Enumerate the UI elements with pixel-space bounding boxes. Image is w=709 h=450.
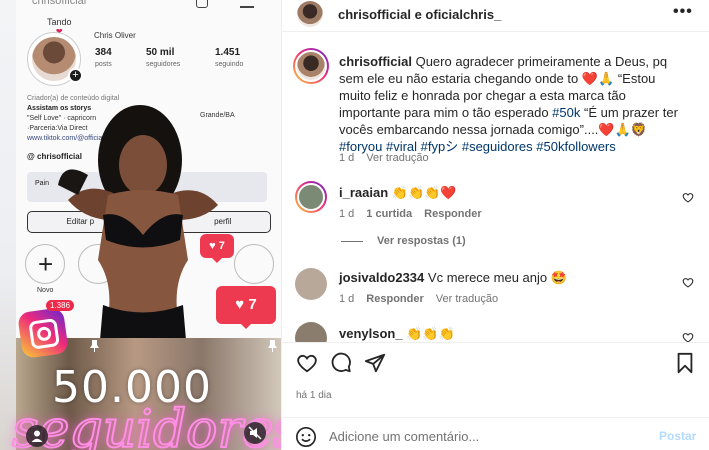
comment-icon[interactable] <box>330 352 352 374</box>
comment-username[interactable]: i_raaian <box>339 185 388 200</box>
post-media[interactable]: chrisofficial Tando ❤ + Chris Oliver 384… <box>0 0 281 450</box>
post-author[interactable]: chrisofficial e oficialchris_ <box>338 7 501 22</box>
comment-username[interactable]: venylson_ <box>339 326 403 341</box>
comment-avatar[interactable] <box>295 181 327 213</box>
reply-button[interactable]: Responder <box>366 293 423 305</box>
emoji-icon[interactable] <box>295 426 317 448</box>
like-notification: ♥ 7 <box>200 234 234 263</box>
comment-input[interactable] <box>329 425 629 447</box>
likes-count[interactable]: 1 curtida <box>366 208 412 220</box>
pin-icon <box>268 340 277 352</box>
post-header: chrisofficial e oficialchris_ ••• <box>282 0 709 32</box>
mute-button[interactable] <box>244 422 266 444</box>
like-heart-icon[interactable] <box>682 277 694 288</box>
profile-avatar: + <box>27 32 83 86</box>
stat-following: 1.451 seguindo <box>215 47 244 68</box>
caption-username[interactable]: chrisofficial <box>339 54 412 69</box>
avatar[interactable] <box>297 1 323 27</box>
comment-meta: 1 d Responder Ver tradução <box>339 293 499 305</box>
comment-avatar[interactable] <box>295 268 327 300</box>
caption-avatar[interactable] <box>293 48 329 84</box>
overlay-word: seguidores <box>11 399 281 450</box>
profile-name: Chris Oliver <box>94 31 136 40</box>
translate-link[interactable]: Ver tradução <box>366 152 428 164</box>
speaker-muted-icon <box>248 426 262 440</box>
dashboard-label: Pain <box>35 180 50 187</box>
action-bar <box>282 342 709 384</box>
add-comment-row: Postar <box>282 417 709 450</box>
user-icon <box>31 430 43 442</box>
translate-link[interactable]: Ver tradução <box>436 293 498 305</box>
phone-menu-icon <box>240 0 254 8</box>
comments-panel: chrisofficial e oficialchris_ ••• chriso… <box>281 0 709 450</box>
instagram-logo-icon <box>17 307 69 359</box>
phone-title: chrisofficial <box>32 0 87 7</box>
post-time: há 1 dia <box>296 390 332 401</box>
comment: i_raaian 👏👏👏❤️ <box>339 185 457 200</box>
tagged-users-button[interactable] <box>26 425 48 447</box>
comment-meta: 1 d1 curtida Responder <box>339 208 482 220</box>
bookmark-icon[interactable] <box>674 352 696 374</box>
post-button[interactable]: Postar <box>659 429 696 443</box>
like-heart-icon[interactable] <box>682 192 694 203</box>
pin-icon <box>90 340 99 352</box>
caption: chrisofficial Quero agradecer primeirame… <box>339 54 678 154</box>
share-icon[interactable] <box>364 352 386 374</box>
hashtag[interactable]: #50k <box>552 105 580 120</box>
stat-posts: 384 posts <box>95 47 112 68</box>
reply-button[interactable]: Responder <box>424 208 481 220</box>
like-notification: ♥ 7 <box>216 286 276 329</box>
follower-badge: 1.386 <box>46 300 75 311</box>
stat-followers: 50 mil seguidores <box>146 47 181 68</box>
phone-add-icon <box>196 0 208 8</box>
more-horizontal-icon[interactable]: ••• <box>673 3 693 21</box>
comment: venylson_ 👏👏👏 <box>339 326 455 341</box>
comment: josivaldo2334 Vc merece meu anjo 🤩 <box>339 270 567 285</box>
like-button-icon[interactable] <box>296 352 318 374</box>
add-story-icon: + <box>68 68 83 83</box>
view-replies-button[interactable]: Ver respostas (1) <box>341 235 466 247</box>
comment-username[interactable]: josivaldo2334 <box>339 270 424 285</box>
caption-meta: 1 d Ver tradução <box>339 152 429 164</box>
